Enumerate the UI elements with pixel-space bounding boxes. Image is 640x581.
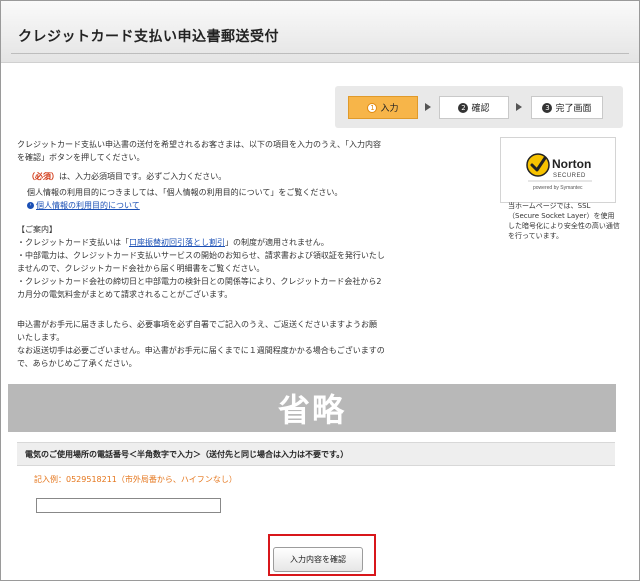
discount-link[interactable]: 口座振替初回引落とし割引 <box>129 238 225 247</box>
header-divider <box>11 53 629 54</box>
phone-example: 記入例：0529518211（市外局番から、ハイフンなし） <box>34 475 237 484</box>
step-complete: 3 完了画面 <box>531 96 603 119</box>
phone-section-header: 電気のご使用場所の電話番号＜半角数字で入力＞（送付先と同じ場合は入力は不要です。… <box>17 442 615 466</box>
norton-secured-logo: Norton SECURED powered by Symantec <box>526 153 592 191</box>
page-header: クレジットカード支払い申込書郵送受付 <box>1 1 639 63</box>
step-label: 入力 <box>380 104 399 114</box>
step-number-icon: 3 <box>542 102 553 113</box>
svg-text:SECURED: SECURED <box>553 173 586 179</box>
omitted-section-banner: 省略 <box>8 384 616 432</box>
ssl-description: 当ホームページでは、SSL（Secure Socket Layer）を使用した暗… <box>508 202 620 240</box>
mail-note: 申込書がお手元に届きましたら、必要事項を必ず自署でご記入のうえ、ご返送くださいま… <box>17 320 385 368</box>
privacy-link[interactable]: 個人情報の利用目的について <box>36 201 140 210</box>
required-note: （必須）は、入力必須項目です。必ずご入力ください。 <box>27 172 227 181</box>
phone-input[interactable] <box>36 498 221 513</box>
phone-label: 電気のご使用場所の電話番号＜半角数字で入力＞（送付先と同じ場合は入力は不要です。… <box>25 450 349 459</box>
step-number-icon: 2 <box>458 102 469 113</box>
intro-text: クレジットカード支払い申込書の送付を希望されるお客さまは、以下の項目を入力のうえ… <box>17 140 381 162</box>
step-label: 完了画面 <box>555 104 592 114</box>
step-label: 確認 <box>471 104 490 114</box>
step-input: 1 入力 <box>348 96 418 119</box>
link-arrow-icon: › <box>27 202 34 209</box>
confirm-input-button[interactable]: 入力内容を確認 <box>273 547 363 572</box>
privacy-note: 個人情報の利用目的につきましては、「個人情報の利用目的について」をご覧ください。… <box>27 188 343 210</box>
notice-block: 【ご案内】 ・クレジットカード支払いは「口座振替初回引落とし割引」の制度が適用さ… <box>17 225 385 299</box>
omit-label: 省略 <box>277 391 346 429</box>
progress-steps: 1 入力 2 確認 3 完了画面 <box>335 86 623 128</box>
step-number-icon: 1 <box>367 102 378 113</box>
step-arrow-icon <box>516 103 522 111</box>
svg-text:powered by Symantec: powered by Symantec <box>533 185 583 191</box>
page-title: クレジットカード支払い申込書郵送受付 <box>18 29 279 45</box>
svg-text:Norton: Norton <box>552 157 591 171</box>
step-confirm: 2 確認 <box>439 96 509 119</box>
norton-seal[interactable]: Norton SECURED powered by Symantec <box>500 137 616 203</box>
required-tag: （必須） <box>27 172 59 181</box>
step-arrow-icon <box>425 103 431 111</box>
